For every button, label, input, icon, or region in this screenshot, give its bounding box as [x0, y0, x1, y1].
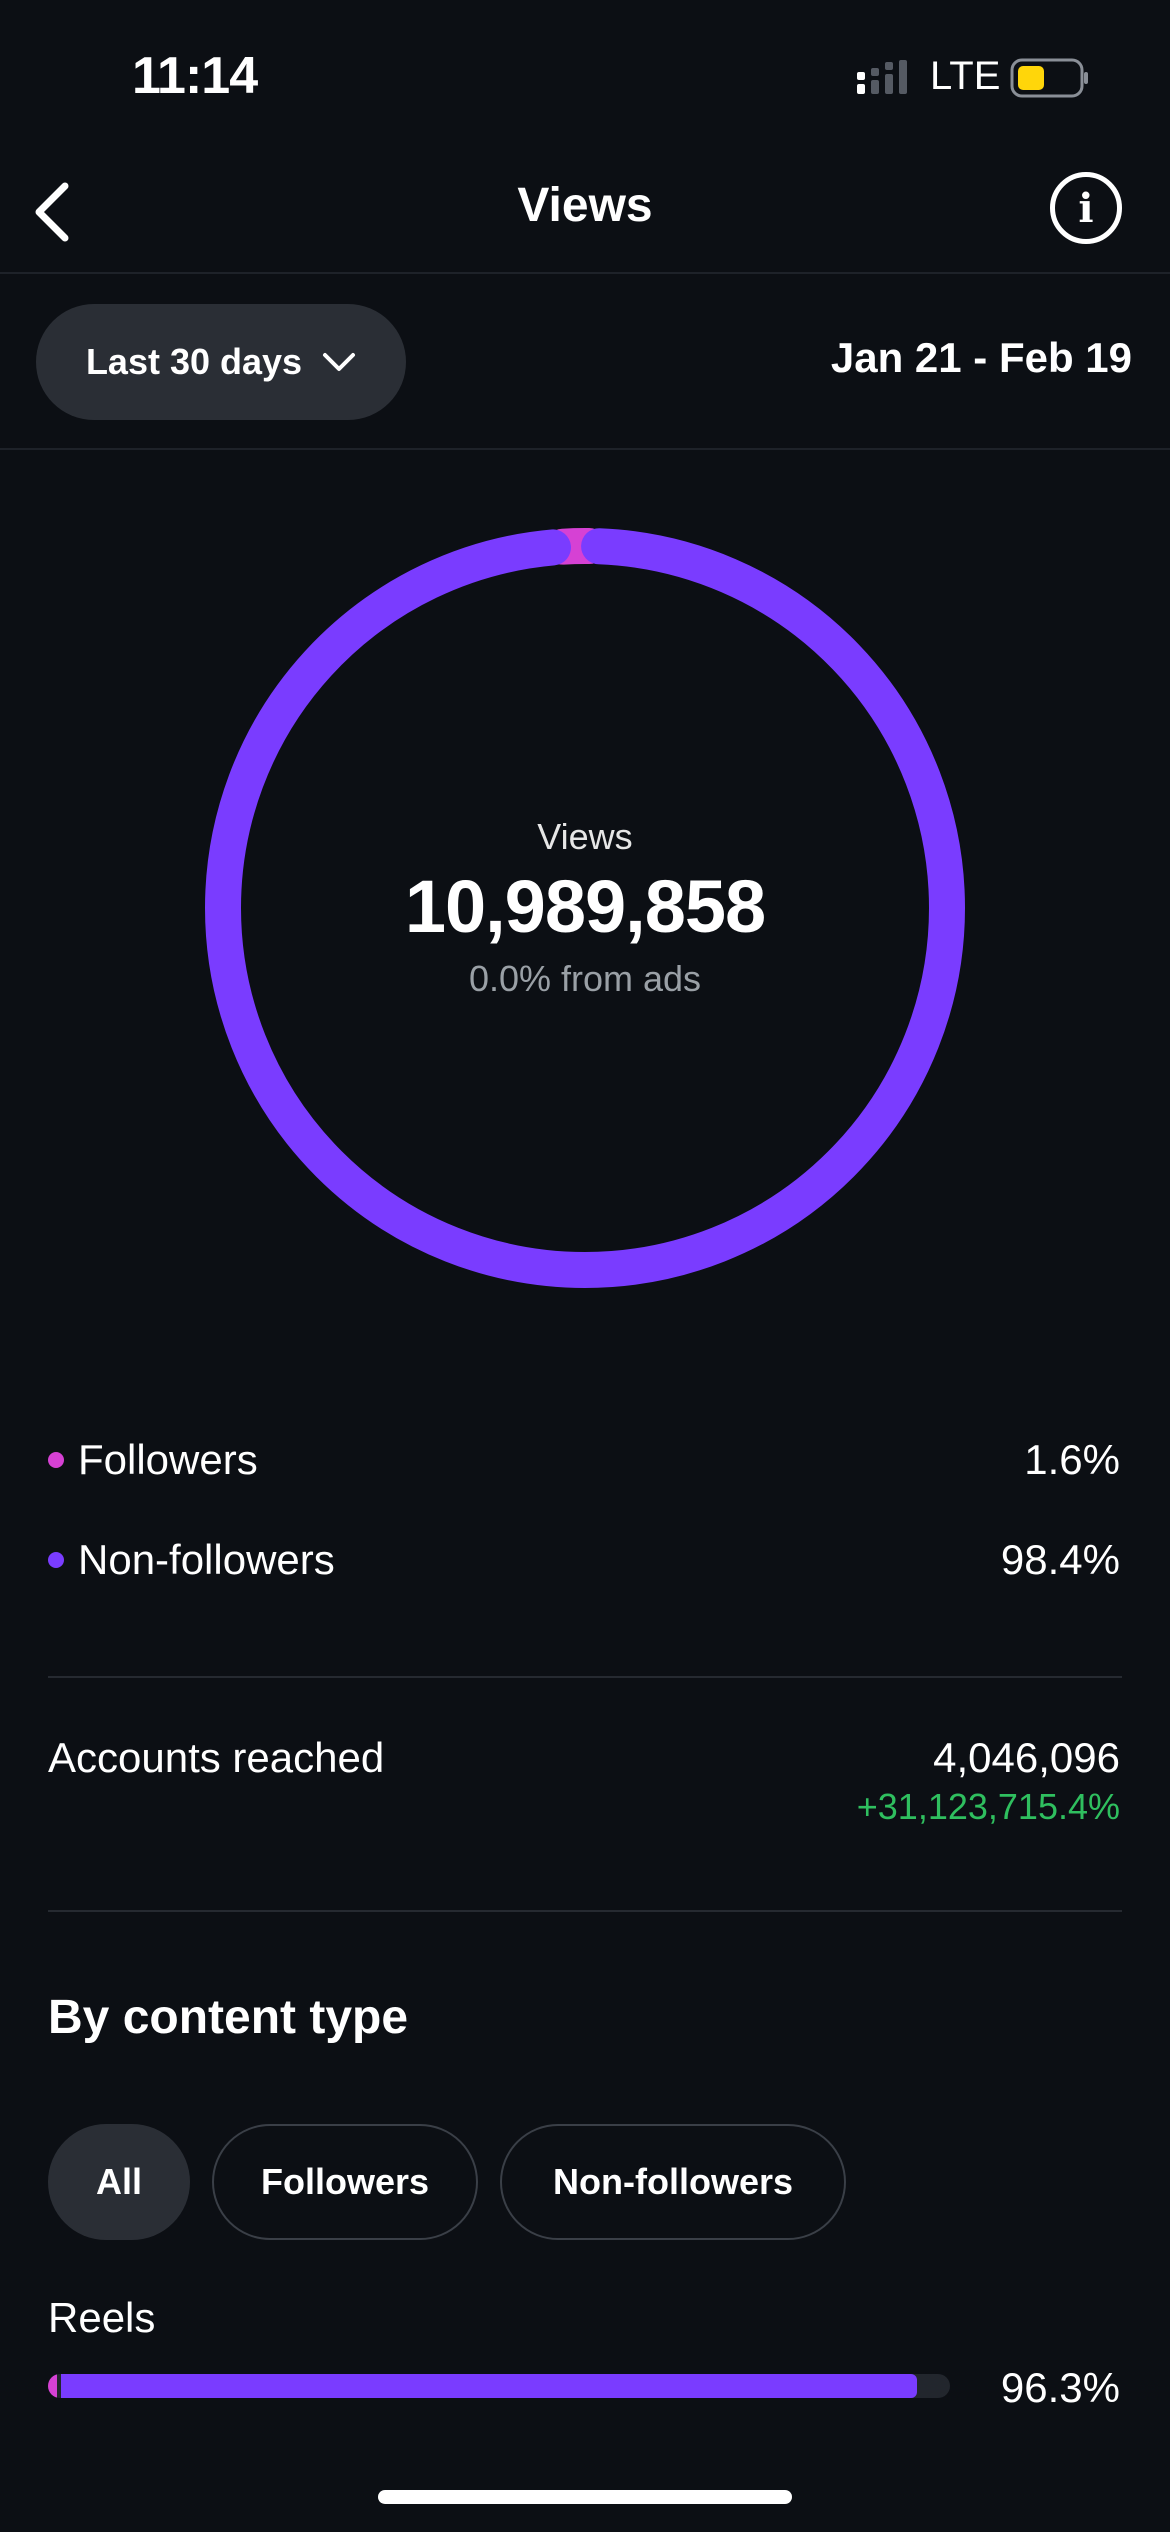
reels-percent: 96.3% — [1000, 2364, 1120, 2411]
divider — [48, 1910, 1122, 1912]
followers-dot-icon — [48, 1452, 64, 1468]
period-dropdown[interactable]: Last 30 days — [36, 304, 406, 420]
accounts-reached-label: Accounts reached — [48, 1734, 385, 1781]
period-label: Last 30 days — [85, 341, 303, 382]
info-button[interactable]: i — [1050, 172, 1122, 244]
status-time: 11:14 — [132, 47, 258, 105]
status-bar: 11:14 LTE — [0, 0, 1170, 150]
legend-non-followers: Non-followers 98.4% — [48, 1530, 1120, 1590]
reels-label: Reels — [48, 2294, 156, 2341]
battery-icon — [1010, 58, 1088, 98]
page-title: Views — [517, 179, 653, 232]
accounts-reached-change: +31,123,715.4% — [856, 1786, 1120, 1827]
reels-bar-non-followers — [61, 2374, 917, 2398]
info-icon: i — [1078, 184, 1094, 232]
chip-all[interactable]: All — [48, 2124, 190, 2240]
views-total: 10,989,858 — [404, 865, 766, 949]
section-title: By content type — [48, 1991, 409, 2044]
filter-row: Last 30 days Jan 21 - Feb 19 — [0, 274, 1170, 450]
legend-value: 1.6% — [1024, 1436, 1120, 1483]
divider — [48, 1676, 1122, 1678]
legend-label: Non-followers — [78, 1536, 335, 1583]
accounts-reached-value: 4,046,096 — [933, 1734, 1120, 1781]
chevron-down-icon — [323, 353, 356, 371]
legend-value: 98.4% — [1000, 1536, 1120, 1583]
nav-bar: Views i — [0, 150, 1170, 274]
legend-label: Followers — [78, 1436, 258, 1483]
views-insights-screen: 11:14 LTE Views i Last 30 days Jan 21 - … — [0, 0, 1170, 2532]
home-indicator[interactable] — [378, 2490, 792, 2504]
non-followers-dot-icon — [48, 1552, 64, 1568]
chip-followers[interactable]: Followers — [212, 2124, 478, 2240]
legend-followers: Followers 1.6% — [48, 1430, 1120, 1490]
signal-icon — [857, 60, 907, 94]
reels-bar-track — [48, 2374, 950, 2398]
reels-bar-followers — [48, 2374, 57, 2398]
donut-center: Views 10,989,858 0.0% from ads — [205, 528, 965, 1288]
network-label: LTE — [930, 54, 1001, 98]
date-range: Jan 21 - Feb 19 — [830, 334, 1132, 381]
views-label: Views — [537, 816, 633, 858]
ads-note: 0.0% from ads — [468, 957, 702, 999]
chip-non-followers[interactable]: Non-followers — [500, 2124, 846, 2240]
